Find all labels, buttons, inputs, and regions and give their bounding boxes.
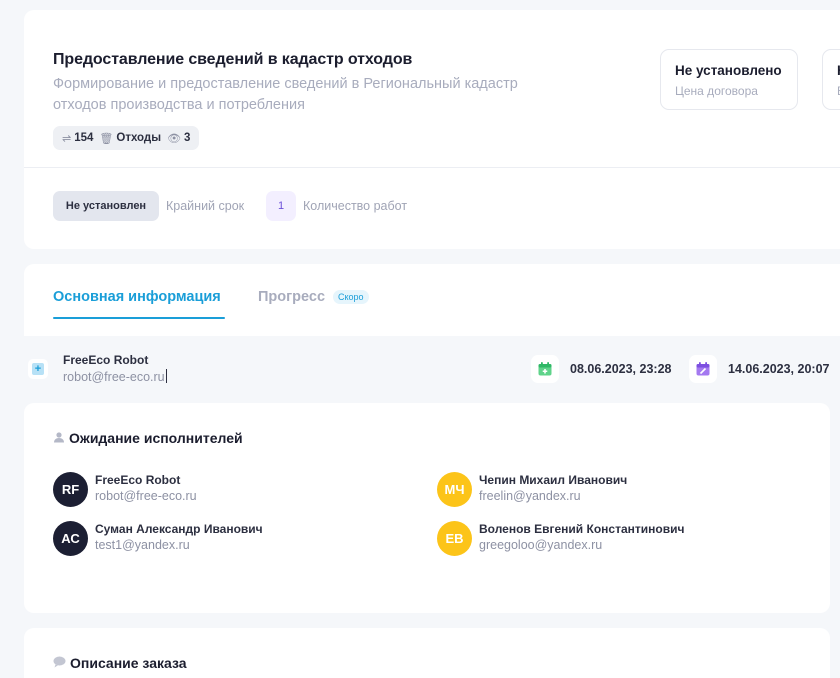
calendar-edit-icon (689, 355, 717, 383)
author-email[interactable]: robot@free-eco.ru (63, 369, 167, 384)
tabs-bar: Основная информация Прогресс Скоро (24, 264, 840, 336)
user-icon (53, 431, 65, 446)
text-caret (165, 369, 167, 383)
secondary-info-box: Н Б (822, 49, 840, 110)
sliders-icon: ⇌ (62, 132, 72, 145)
executor-email: robot@free-eco.ru (95, 489, 197, 503)
avatar: RF (53, 472, 88, 507)
views-value: 3 (184, 132, 191, 144)
executor-name: Чепин Михаил Иванович (479, 473, 628, 487)
author-email-text: robot@free-eco.ru (63, 370, 165, 384)
code-chip: ⇌ 154 (62, 132, 93, 145)
avatar: ЕВ (437, 521, 472, 556)
executor-email: freelin@yandex.ru (479, 489, 581, 503)
comment-icon (53, 656, 66, 671)
executor-email: greegoloo@yandex.ru (479, 538, 603, 552)
add-button[interactable]: + (28, 359, 48, 379)
executor-name: FreeEco Robot (95, 473, 181, 487)
code-value: 154 (74, 132, 94, 144)
waiting-executors-card: Ожидание исполнителей RF FreeEco Robot r… (24, 403, 830, 613)
active-tab-underline (53, 317, 225, 319)
deadline-badge: Не установлен (53, 191, 159, 221)
created-date: 08.06.2023, 23:28 (570, 362, 672, 376)
deadline-label: Крайний срок (166, 199, 245, 213)
order-header-card: Предоставление сведений в кадастр отходо… (24, 10, 840, 249)
category-chip: 🗑 Отходы (99, 132, 161, 145)
order-chips: ⇌ 154 🗑 Отходы 👁 3 (53, 126, 200, 150)
tab-main-info[interactable]: Основная информация (53, 289, 221, 305)
tab-progress[interactable]: Прогресс (258, 289, 325, 305)
order-description-card: Описание заказа (24, 628, 830, 678)
waiting-title: Ожидание исполнителей (53, 430, 243, 446)
calendar-add-icon (531, 355, 559, 383)
avatar: МЧ (437, 472, 472, 507)
avatar: АС (53, 521, 88, 556)
soon-badge: Скоро (333, 290, 369, 304)
updated-date: 14.06.2023, 20:07 (728, 362, 830, 376)
views-chip: 👁 3 (167, 132, 190, 145)
works-count-label: Количество работ (303, 199, 408, 213)
author-name: FreeEco Robot (63, 353, 149, 367)
price-box: Не установлено Цена договора (660, 49, 798, 110)
description-title: Описание заказа (53, 655, 187, 671)
executor-name: Воленов Евгений Константинович (479, 522, 685, 536)
works-count-badge: 1 (266, 191, 296, 221)
plus-icon: + (32, 363, 44, 375)
executor-email: test1@yandex.ru (95, 538, 190, 552)
price-value: Не установлено (675, 63, 782, 78)
executor-name: Суман Александр Иванович (95, 522, 263, 536)
order-subtitle: Формирование и предоставление сведений в… (53, 76, 518, 113)
category-value: Отходы (116, 132, 162, 144)
header-divider (24, 167, 840, 168)
description-title-text: Описание заказа (70, 655, 187, 671)
order-title: Предоставление сведений в кадастр отходо… (53, 51, 413, 68)
eye-icon: 👁 (167, 132, 182, 145)
waiting-title-text: Ожидание исполнителей (69, 430, 243, 446)
price-label: Цена договора (675, 84, 758, 98)
trash-icon: 🗑 (99, 132, 114, 145)
